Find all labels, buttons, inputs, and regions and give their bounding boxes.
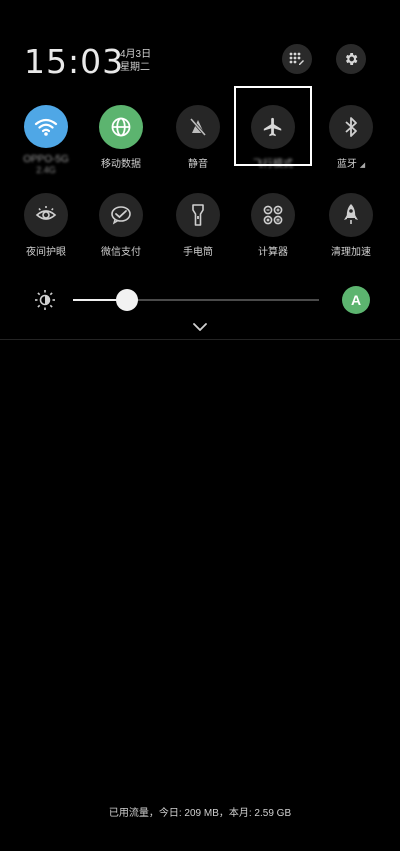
mobile-data-label: 移动数据: [101, 159, 141, 170]
cleanup-boost-toggle[interactable]: [329, 193, 373, 237]
brightness-row: A: [30, 283, 370, 317]
tile-bluetooth[interactable]: 蓝牙 ◢: [316, 105, 386, 175]
tile-cleanup-boost[interactable]: 清理加速: [316, 193, 386, 263]
wechat-pay-toggle[interactable]: [99, 193, 143, 237]
bluetooth-toggle[interactable]: [329, 105, 373, 149]
wifi-toggle[interactable]: [24, 105, 68, 148]
bluetooth-label: 蓝牙 ◢: [337, 155, 365, 170]
tile-mute[interactable]: 静音: [163, 105, 233, 175]
wifi-icon: [34, 118, 58, 136]
tile-flashlight[interactable]: 手电筒: [163, 193, 233, 263]
tile-calculator[interactable]: 计算器: [238, 193, 308, 263]
rocket-icon: [344, 204, 358, 224]
expand-triangle-icon: ◢: [359, 162, 366, 169]
edit-tiles-button[interactable]: [282, 44, 312, 74]
calculator-toggle[interactable]: [251, 193, 295, 237]
date-day: 4月3日: [120, 49, 152, 60]
night-mode-toggle[interactable]: [24, 193, 68, 237]
mute-label: 静音: [188, 159, 208, 170]
calculator-icon: [263, 205, 283, 225]
mute-icon: [189, 118, 207, 136]
settings-button[interactable]: [336, 44, 366, 74]
chevron-down-icon: [193, 323, 207, 331]
date-display: 4月3日 星期二: [120, 48, 151, 74]
globe-icon: [111, 117, 131, 137]
calculator-label: 计算器: [258, 247, 288, 258]
brightness-slider[interactable]: [73, 299, 319, 301]
flashlight-label: 手电筒: [183, 247, 213, 258]
data-usage-text: 已用流量，今日: 209 MB，本月: 2.59 GB: [108, 808, 292, 819]
eye-icon: [35, 206, 57, 220]
wifi-label: OPPO-5G: [23, 154, 69, 165]
mute-toggle[interactable]: [176, 105, 220, 149]
brightness-icon: [35, 290, 55, 310]
flashlight-toggle[interactable]: [176, 193, 220, 237]
bluetooth-label-text: 蓝牙: [336, 159, 357, 170]
tile-night-mode[interactable]: 夜间护眼: [11, 193, 81, 263]
clock-time: 15:03: [24, 42, 125, 81]
flashlight-icon: [192, 204, 204, 226]
gear-icon: [345, 53, 358, 65]
mobile-data-toggle[interactable]: [99, 105, 143, 149]
date-weekday: 星期二: [120, 62, 150, 73]
wechat-pay-icon: [111, 206, 131, 225]
bluetooth-icon: [345, 117, 357, 137]
expand-panel-button[interactable]: [188, 318, 212, 336]
auto-brightness-button[interactable]: A: [342, 286, 370, 314]
tile-wechat-pay[interactable]: 微信支付: [86, 193, 156, 263]
tile-wifi[interactable]: OPPO-5G 2.4G: [11, 105, 81, 175]
cleanup-boost-label: 清理加速: [331, 247, 371, 258]
wechat-pay-label: 微信支付: [101, 247, 141, 258]
grid-edit-icon: [289, 52, 304, 65]
highlight-box: [234, 86, 312, 166]
night-mode-label: 夜间护眼: [26, 247, 66, 258]
wifi-band-label: 2.4G: [36, 165, 56, 175]
tile-mobile-data[interactable]: 移动数据: [86, 105, 156, 175]
brightness-slider-thumb[interactable]: [116, 289, 139, 311]
panel-divider: [0, 339, 400, 340]
